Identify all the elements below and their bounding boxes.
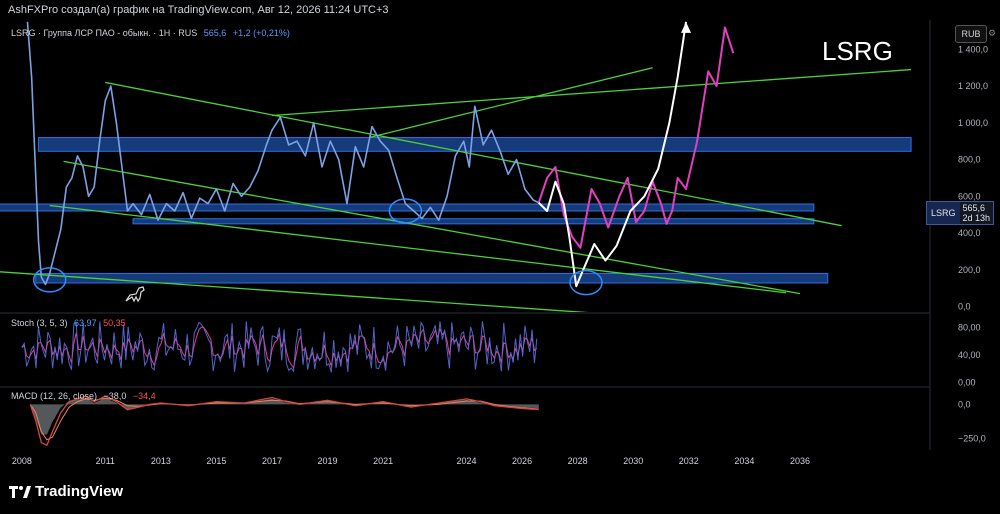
stoch-axis-tick: 80,00 (958, 323, 981, 333)
time-axis-tick: 2030 (623, 456, 643, 466)
stoch-d-value: 50,35 (103, 318, 126, 328)
time-axis-tick: 2008 (12, 456, 32, 466)
macd-axis-tick: 0,0 (958, 399, 971, 409)
price-axis-tick: 1 000,0 (958, 118, 988, 128)
price-axis-tick: 200,0 (958, 265, 981, 275)
ticker-annotation: LSRG (822, 36, 893, 66)
price-badge: LSRG 565,6 2d 13h (926, 201, 995, 225)
price-axis-tick: 600,0 (958, 191, 981, 201)
price-axis-tick: 0,0 (958, 301, 971, 311)
time-axis-tick: 2013 (151, 456, 171, 466)
time-axis-tick: 2011 (96, 456, 115, 466)
chart-header: AshFXPro создал(а) график на TradingView… (0, 0, 1000, 20)
dino-icon-shape (125, 286, 145, 303)
gear-icon[interactable]: ⚙ (988, 28, 996, 38)
support-zone (38, 137, 912, 152)
symbol-title: LSRG · Группа ЛСР ПАО - обыкн. · 1Н · RU… (11, 28, 198, 38)
time-axis-tick: 2017 (262, 456, 282, 466)
tv-logo-icon (9, 485, 31, 498)
chart-area[interactable]: 0,0 200,0 400,0 600,0 800,0 1 000,0 1 200,0 1 4… (0, 20, 1000, 474)
brand-name: TradingView (35, 483, 124, 500)
macd-value: −38,0 (103, 391, 127, 401)
price-axis-tick: 800,0 (958, 155, 981, 165)
trend-line (369, 67, 653, 139)
author-line: AshFXPro создал(а) график на TradingView… (8, 4, 389, 16)
macd-name: MACD (12, 26, close) (11, 391, 98, 401)
price-axis-tick: 1 200,0 (958, 81, 988, 91)
time-axis-tick: 2015 (206, 456, 226, 466)
price-change: +1,2 (+0,21%) (232, 28, 290, 38)
price-axis-tick: 400,0 (958, 228, 981, 238)
stoch-axis-tick: 40,00 (958, 350, 981, 360)
price-axis-tick: 1 400,0 (958, 44, 988, 54)
time-axis-tick: 2036 (790, 456, 810, 466)
tradingview-logo[interactable]: TradingView (9, 483, 123, 500)
price-series-line (26, 21, 540, 286)
macd-signal-line (29, 397, 539, 441)
badge-timer: 2d 13h (962, 213, 991, 223)
badge-price: 565,6 (962, 203, 986, 213)
footer (0, 474, 1000, 514)
macd-legend: MACD (12, 26, close) −38,0 −34,4 (11, 391, 156, 401)
time-axis-tick: 2028 (568, 456, 588, 466)
time-axis-tick: 2032 (679, 456, 699, 466)
macd-signal-value: −34,4 (132, 391, 156, 401)
macd-axis-tick: −250,0 (958, 433, 986, 443)
trend-line (271, 68, 912, 117)
main-legend: LSRG · Группа ЛСР ПАО - обыкн. · 1Н · RU… (11, 28, 290, 38)
projection-white (538, 21, 688, 288)
stoch-k-value: 63,97 (74, 318, 97, 328)
time-axis-tick: 2034 (734, 456, 754, 466)
price-plot (0, 21, 912, 312)
dino-icon (125, 286, 145, 303)
stoch-axis-tick: 0,00 (958, 378, 976, 388)
time-axis-tick: 2019 (318, 456, 338, 466)
support-zone (35, 272, 829, 284)
support-zone (132, 218, 815, 225)
badge-symbol: LSRG (927, 202, 960, 224)
time-axis-tick: 2026 (512, 456, 532, 466)
time-axis-tick: 2024 (456, 456, 476, 466)
projection-arrowhead (681, 21, 692, 33)
currency-button[interactable]: RUB (955, 25, 987, 43)
stoch-name: Stoch (3, 5, 3) (11, 318, 68, 328)
stoch-legend: Stoch (3, 5, 3) 63,97 50,35 (11, 318, 126, 328)
time-axis-tick: 2021 (373, 456, 393, 466)
last-price: 565,6 (203, 28, 227, 38)
macd-histogram (30, 397, 539, 435)
